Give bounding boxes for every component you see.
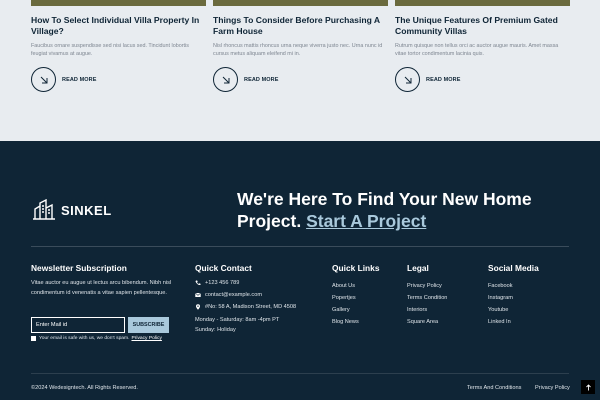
location-pin-icon (196, 304, 200, 310)
blog-card-excerpt: Faucibus ornare suspendisse sed nisi lac… (31, 43, 189, 57)
phone-icon (195, 280, 201, 286)
bottom-divider (31, 373, 569, 374)
read-more-label[interactable]: READ MORE (426, 77, 461, 83)
address-row: #No: 58 A, Madison Street, MD 4508 (195, 304, 296, 310)
quick-links-title: Quick Links (332, 263, 380, 273)
quick-link-blog[interactable]: Blog News (332, 316, 359, 328)
blog-card-title[interactable]: The Unique Features Of Premium Gated Com… (395, 15, 570, 37)
site-footer: SINKEL We're Here To Find Your New Home … (0, 141, 600, 400)
buildings-logo-icon (33, 199, 55, 220)
phone-number[interactable]: +123 456 789 (205, 280, 239, 286)
blog-card-excerpt: Rutrum quisque non tellus orci ac auctor… (395, 43, 559, 57)
headline-line-2: Project. (237, 211, 302, 231)
read-more-link[interactable]: READ MORE (213, 67, 388, 92)
social-media-title: Social Media (488, 263, 539, 273)
blog-card-image[interactable] (395, 0, 570, 6)
email-address[interactable]: contact@example.com (205, 292, 262, 298)
social-list: Facebook Instagram Youtube Linked In (488, 280, 513, 328)
phone-row[interactable]: +123 456 789 (195, 280, 239, 286)
footer-headline: We're Here To Find Your New Home Project… (237, 188, 577, 232)
read-more-link[interactable]: READ MORE (31, 67, 206, 92)
legal-link-privacy[interactable]: Privacy Policy (407, 280, 447, 292)
business-hours: Monday - Saturday: 8am -4pm PT Sunday: H… (195, 315, 279, 335)
copyright-text: ©2024 Wedesigntech. All Rights Reserved. (31, 385, 138, 391)
read-more-link[interactable]: READ MORE (395, 67, 570, 92)
subscribe-button[interactable]: SUBSCRIBE (128, 317, 169, 333)
arrow-up-icon (585, 383, 591, 390)
hours-weekdays: Monday - Saturday: 8am -4pm PT (195, 317, 280, 323)
arrow-down-right-icon[interactable] (395, 67, 420, 92)
blog-card-title[interactable]: How To Select Individual Villa Property … (31, 15, 206, 37)
scroll-to-top-button[interactable] (581, 380, 595, 394)
consent-row: Your email is safe with us, we don't spa… (31, 336, 162, 341)
read-more-label[interactable]: READ MORE (244, 77, 279, 83)
social-link-youtube[interactable]: Youtube (488, 304, 513, 316)
legal-link-terms[interactable]: Terms Condition (407, 292, 447, 304)
mail-icon (195, 292, 201, 297)
consent-checkbox[interactable] (31, 336, 36, 341)
quick-contact-title: Quick Contact (195, 263, 252, 273)
blog-card-image[interactable] (213, 0, 388, 6)
legal-link-interiors[interactable]: Interiors (407, 304, 447, 316)
terms-link[interactable]: Terms And Conditions (467, 385, 521, 391)
newsletter-text: Vitae auctor eu augue ut lectus arcu bib… (31, 280, 172, 296)
email-input[interactable] (31, 317, 125, 333)
headline-line-1: We're Here To Find Your New Home (237, 189, 532, 209)
arrow-down-right-icon[interactable] (31, 67, 56, 92)
newsletter-title: Newsletter Subscription (31, 263, 127, 273)
address-text: #No: 58 A, Madison Street, MD 4508 (205, 304, 297, 310)
social-link-linkedin[interactable]: Linked In (488, 316, 513, 328)
quick-links-list: About Us Popertjes Gallery Blog News (332, 280, 359, 328)
site-logo[interactable]: SINKEL (33, 199, 112, 221)
legal-list: Privacy Policy Terms Condition Interiors… (407, 280, 447, 328)
start-project-link[interactable]: Start A Project (306, 211, 426, 231)
blog-card-title[interactable]: Things To Consider Before Purchasing A F… (213, 15, 388, 37)
blog-card-image[interactable] (31, 0, 206, 6)
read-more-label[interactable]: READ MORE (62, 77, 97, 83)
privacy-link[interactable]: Privacy Policy (535, 385, 570, 391)
blog-card: Things To Consider Before Purchasing A F… (213, 0, 388, 92)
quick-link-about[interactable]: About Us (332, 280, 359, 292)
footer-divider (31, 246, 569, 247)
social-link-facebook[interactable]: Facebook (488, 280, 513, 292)
consent-text: Your email is safe with us, we don't spa… (39, 336, 130, 341)
arrow-down-right-icon[interactable] (213, 67, 238, 92)
blog-card-excerpt: Nisl rhoncus mattis rhoncus urna neque v… (213, 43, 383, 57)
privacy-policy-link[interactable]: Privacy Policy (131, 336, 161, 341)
quick-link-properties[interactable]: Popertjes (332, 292, 359, 304)
social-link-instagram[interactable]: Instagram (488, 292, 513, 304)
blog-card: The Unique Features Of Premium Gated Com… (395, 0, 570, 92)
legal-link-square-area[interactable]: Square Area (407, 316, 447, 328)
legal-title: Legal (407, 263, 429, 273)
email-row[interactable]: contact@example.com (195, 292, 262, 298)
hours-sunday: Sunday: Holiday (195, 327, 236, 333)
blog-section: How To Select Individual Villa Property … (0, 0, 600, 141)
logo-text: SINKEL (61, 202, 112, 218)
quick-link-gallery[interactable]: Gallery (332, 304, 359, 316)
blog-card: How To Select Individual Villa Property … (31, 0, 206, 92)
